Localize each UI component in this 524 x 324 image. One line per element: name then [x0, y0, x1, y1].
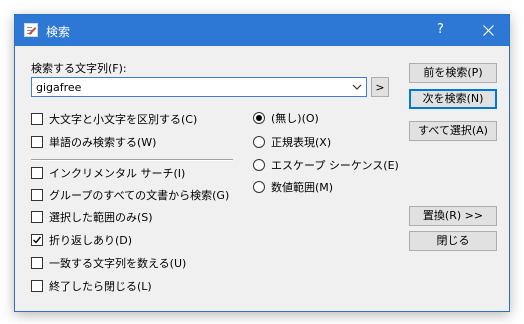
- search-all-documents-checkbox[interactable]: グループのすべての文書から検索(G): [31, 187, 229, 203]
- wrap-around-checkbox[interactable]: 折り返しあり(D): [31, 232, 132, 248]
- radio-regex-label: 正規表現(X): [271, 136, 332, 149]
- help-button[interactable]: ?: [437, 22, 444, 37]
- radio-none-label: (無し)(O): [271, 112, 319, 125]
- close-window-button[interactable]: [467, 15, 509, 46]
- count-matches-label: 一致する文字列を数える(U): [49, 257, 187, 270]
- find-next-button[interactable]: 次を検索(N): [409, 89, 497, 109]
- window-title: 検索: [46, 25, 71, 39]
- more-options-label: >: [375, 80, 385, 94]
- chevron-down-icon[interactable]: [351, 81, 363, 93]
- search-text-combobox[interactable]: gigafree: [31, 77, 367, 97]
- radio-escape-sequence-label: エスケープ シーケンス(E): [271, 159, 399, 172]
- incremental-search-checkbox[interactable]: インクリメンタル サーチ(I): [31, 165, 185, 181]
- search-all-documents-label: グループのすべての文書から検索(G): [49, 189, 230, 202]
- close-when-done-checkbox[interactable]: 終了したら閉じる(L): [31, 278, 152, 294]
- whole-word-label: 単語のみ検索する(W): [49, 136, 157, 149]
- radio-numeric-range-label: 数値範囲(M): [271, 181, 334, 194]
- search-dialog: 検索 ? 検索する文字列(F): gigafree > 前を検索(P) 次を検索…: [14, 14, 510, 312]
- count-matches-checkbox[interactable]: 一致する文字列を数える(U): [31, 255, 186, 271]
- close-button[interactable]: 閉じる: [409, 231, 497, 251]
- close-icon: [482, 25, 494, 36]
- close-when-done-label: 終了したら閉じる(L): [49, 280, 152, 293]
- radio-regex[interactable]: 正規表現(X): [253, 134, 331, 150]
- radio-selected-dot: [256, 115, 262, 121]
- find-previous-button[interactable]: 前を検索(P): [409, 63, 497, 83]
- match-case-label: 大文字と小文字を区別する(C): [49, 113, 198, 126]
- radio-none[interactable]: (無し)(O): [253, 110, 319, 126]
- separator: [31, 159, 233, 161]
- replace-button[interactable]: 置換(R) >>: [409, 206, 497, 226]
- select-all-button[interactable]: すべて選択(A): [409, 121, 497, 141]
- notepad-icon: [24, 23, 38, 37]
- radio-numeric-range[interactable]: 数値範囲(M): [253, 179, 333, 195]
- match-case-checkbox[interactable]: 大文字と小文字を区別する(C): [31, 111, 197, 127]
- more-options-button[interactable]: >: [371, 77, 389, 97]
- search-text-value: gigafree: [36, 81, 82, 94]
- incremental-search-label: インクリメンタル サーチ(I): [49, 167, 186, 180]
- search-text-label: 検索する文字列(F):: [31, 62, 127, 75]
- checkmark-icon: [33, 236, 42, 244]
- selection-only-label: 選択した範囲のみ(S): [49, 211, 153, 224]
- whole-word-checkbox[interactable]: 単語のみ検索する(W): [31, 134, 156, 150]
- selection-only-checkbox[interactable]: 選択した範囲のみ(S): [31, 209, 153, 225]
- wrap-around-label: 折り返しあり(D): [49, 234, 133, 247]
- radio-escape-sequence[interactable]: エスケープ シーケンス(E): [253, 157, 399, 173]
- title-bar[interactable]: 検索 ?: [15, 15, 509, 46]
